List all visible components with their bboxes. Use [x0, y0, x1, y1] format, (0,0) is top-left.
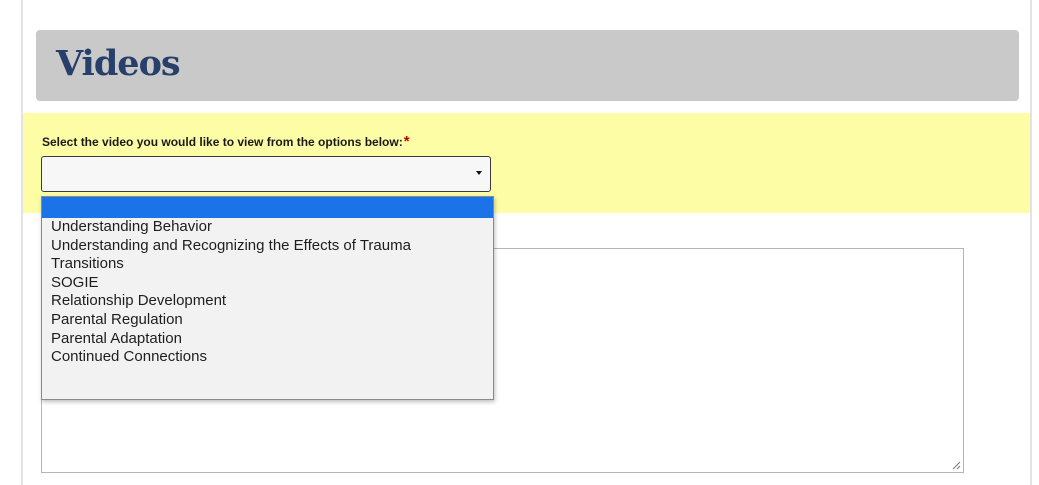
section-header: Videos: [36, 30, 1019, 101]
dropdown-option[interactable]: Relationship Development: [42, 292, 493, 311]
question-label-text: Select the video you would like to view …: [42, 135, 403, 149]
chevron-down-icon[interactable]: [476, 171, 482, 175]
section-title: Videos: [56, 43, 181, 84]
frame-border-right: [1030, 0, 1032, 485]
dropdown-option[interactable]: SOGIE: [42, 274, 493, 293]
video-select[interactable]: [41, 156, 491, 192]
dropdown-option[interactable]: Transitions: [42, 255, 493, 274]
dropdown-option[interactable]: Understanding Behavior: [42, 218, 493, 237]
dropdown-option[interactable]: Parental Adaptation: [42, 330, 493, 349]
resize-grip-icon[interactable]: [952, 461, 961, 470]
dropdown-option[interactable]: Continued Connections: [42, 348, 493, 367]
video-select-options[interactable]: Understanding Behavior Understanding and…: [41, 196, 494, 400]
video-form-page: Videos Select the video you would like t…: [0, 0, 1039, 485]
dropdown-option-blank[interactable]: [42, 197, 493, 218]
frame-border-left: [21, 0, 23, 485]
question-label: Select the video you would like to view …: [42, 133, 410, 150]
required-indicator: *: [403, 133, 410, 150]
dropdown-option[interactable]: Understanding and Recognizing the Effect…: [42, 237, 493, 256]
dropdown-option[interactable]: Parental Regulation: [42, 311, 493, 330]
